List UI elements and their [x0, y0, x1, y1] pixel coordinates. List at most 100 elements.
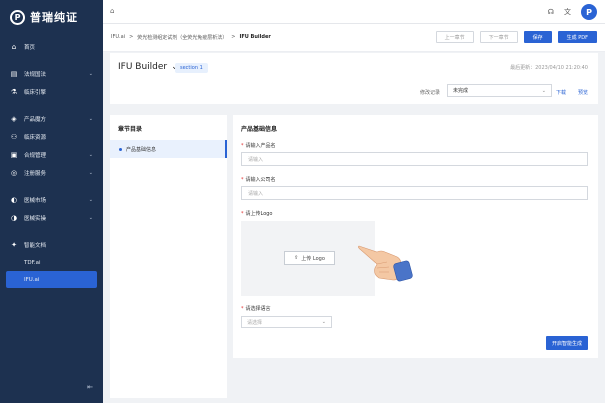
smart-generate-button[interactable]: 开启智能生成	[545, 336, 588, 350]
sidebar-item-compliance[interactable]: ▣ 合规管理 ⌄	[0, 146, 103, 164]
header-panel: IFU Builder ⌄ section 1 最后更新：2023/04/10 …	[110, 53, 598, 104]
sidebar-item-label: 医械实操	[24, 216, 47, 222]
product-icon: ◈	[11, 115, 17, 123]
sidebar-item-resource[interactable]: ⚇ 临床资源	[0, 128, 103, 146]
preview-link[interactable]: 预览	[578, 89, 588, 96]
chevron-down-icon: ⌄	[88, 152, 93, 158]
sidebar-subitem-ifu[interactable]: IFU.ai	[6, 271, 97, 288]
language-select[interactable]: 请选择 ⌄	[241, 316, 332, 328]
label-text: 请输入公司名	[245, 177, 276, 183]
update-time: 最后更新：2023/04/10 21:20:40	[510, 65, 588, 71]
home-icon[interactable]: ⌂	[110, 7, 114, 15]
save-button[interactable]: 保存	[523, 31, 552, 43]
translate-icon[interactable]: 文	[564, 7, 571, 17]
company-name-input[interactable]: 请输入	[241, 186, 588, 200]
required-mark: *	[241, 177, 244, 183]
upload-label: 上传 Logo	[301, 255, 325, 262]
collapse-icon[interactable]: ⇤	[87, 383, 93, 391]
sidebar-subitem-label: TDF.ai	[24, 259, 41, 266]
sidebar-item-label: 首页	[24, 45, 36, 51]
market-icon: ◐	[10, 196, 18, 204]
sidebar-item-label: 法规国法	[24, 72, 47, 78]
bullet-icon	[119, 147, 122, 151]
toc-title: 章节目录	[118, 126, 143, 133]
section-tag: section 1	[175, 63, 208, 73]
sidebar-item-doc[interactable]: ✦ 智能文档	[0, 236, 103, 254]
sidebar-item-market[interactable]: ◐ 医械市场 ⌄	[0, 191, 103, 209]
toc-item[interactable]: 产品基础信息	[110, 140, 227, 158]
doc-icon: ✦	[11, 241, 17, 249]
chevron-down-icon: ⌄	[541, 87, 546, 94]
home-icon: ⌂	[11, 43, 17, 51]
sidebar-item-clinical[interactable]: ⚗ 临床引擎	[0, 83, 103, 101]
toc-panel: 章节目录 产品基础信息	[110, 115, 227, 398]
chevron-down-icon: ⌄	[88, 116, 93, 122]
next-section-button[interactable]: 下一章节	[479, 31, 518, 43]
headset-icon[interactable]: ☊	[548, 8, 554, 16]
breadcrumb-bar: IFU.ai > 荧光检测组定试剂（全荧光免疫层析法） > IFU Builde…	[103, 24, 605, 52]
download-link[interactable]: 下载	[556, 89, 566, 96]
compliance-icon: ▣	[10, 151, 18, 159]
placeholder: 请输入	[248, 190, 264, 197]
avatar[interactable]: P	[581, 4, 597, 20]
form-panel: 产品基础信息 * 请输入产品名 请输入 * 请输入公司名 请输入 * 请上传Logo …	[233, 115, 598, 358]
label-text: 请上传Logo	[245, 211, 273, 217]
product-name-input[interactable]: 请输入	[241, 152, 588, 166]
upload-icon: ⇪	[294, 255, 299, 261]
breadcrumb-sep: >	[129, 34, 134, 40]
logo-label: * 请上传Logo	[241, 210, 273, 217]
chevron-down-icon: ⌄	[88, 215, 93, 221]
sidebar-item-practice[interactable]: ◑ 医械实操 ⌄	[0, 209, 103, 227]
sidebar-item-regulation[interactable]: ▤ 法规国法 ⌄	[0, 65, 103, 83]
language-label: * 请选择语言	[241, 305, 271, 312]
sidebar: P 普瑞纯证 ⌂ 首页 ▤ 法规国法 ⌄ ⚗ 临床引擎 ◈ 产品魔方 ⌄ ⚇ 临…	[0, 0, 103, 403]
resource-icon: ⚇	[10, 133, 18, 141]
product-name-label: * 请输入产品名	[241, 142, 276, 149]
sidebar-item-label: 注册服务	[24, 171, 47, 177]
breadcrumb-current: IFU Builder	[239, 34, 271, 40]
sidebar-item-product[interactable]: ◈ 产品魔方 ⌄	[0, 110, 103, 128]
topbar: ⌂ ☊ 文 P	[103, 0, 605, 24]
registration-icon: ◎	[10, 169, 18, 177]
sidebar-item-label: 临床引擎	[24, 90, 47, 96]
chevron-down-icon: ⌄	[88, 197, 93, 203]
sidebar-item-registration[interactable]: ◎ 注册服务 ⌄	[0, 164, 103, 182]
breadcrumb-item[interactable]: IFU.ai	[111, 34, 125, 41]
brand-logo[interactable]: P 普瑞纯证	[0, 0, 103, 34]
chevron-down-icon: ⌄	[88, 71, 93, 77]
placeholder: 请输入	[248, 156, 264, 163]
breadcrumb-sep: >	[231, 34, 236, 40]
sidebar-item-home[interactable]: ⌂ 首页	[0, 38, 103, 56]
company-name-label: * 请输入公司名	[241, 176, 276, 183]
label-text: 请输入产品名	[245, 143, 276, 149]
version-value: 未完成	[453, 88, 469, 94]
sidebar-item-label: 智能文档	[24, 243, 47, 249]
version-select[interactable]: 未完成 ⌄	[447, 84, 552, 97]
regulation-icon: ▤	[10, 70, 18, 78]
clinical-icon: ⚗	[10, 88, 18, 96]
required-mark: *	[241, 143, 244, 149]
page-title-text: IFU Builder	[118, 62, 168, 72]
required-mark: *	[241, 211, 244, 217]
logo-mark-icon: P	[10, 9, 25, 25]
sidebar-item-label: 产品魔方	[24, 117, 47, 123]
sidebar-item-label: 医械市场	[24, 198, 47, 204]
sidebar-subitem-tdf[interactable]: TDF.ai	[0, 254, 103, 271]
breadcrumb: IFU.ai > 荧光检测组定试剂（全荧光免疫层析法） > IFU Builde…	[111, 34, 271, 41]
sidebar-nav: ⌂ 首页 ▤ 法规国法 ⌄ ⚗ 临床引擎 ◈ 产品魔方 ⌄ ⚇ 临床资源 ▣ 合…	[0, 34, 103, 288]
chevron-down-icon: ⌄	[321, 319, 326, 325]
page-title[interactable]: IFU Builder ⌄	[118, 62, 179, 72]
label-text: 请选择语言	[245, 306, 271, 312]
sidebar-item-label: 合规管理	[24, 153, 47, 159]
chevron-down-icon: ⌄	[88, 170, 93, 176]
prev-section-button[interactable]: 上一章节	[435, 31, 474, 43]
version-label: 修改记录	[420, 90, 441, 96]
generate-pdf-button[interactable]: 生成 PDF	[557, 31, 597, 43]
required-mark: *	[241, 306, 244, 312]
brand-name: 普瑞纯证	[30, 11, 78, 24]
sidebar-item-label: 临床资源	[24, 135, 47, 141]
placeholder: 请选择	[247, 319, 263, 326]
upload-logo-button[interactable]: ⇪ 上传 Logo	[284, 251, 335, 265]
breadcrumb-item[interactable]: 荧光检测组定试剂（全荧光免疫层析法）	[137, 34, 227, 41]
pointing-hand-icon	[358, 245, 413, 282]
